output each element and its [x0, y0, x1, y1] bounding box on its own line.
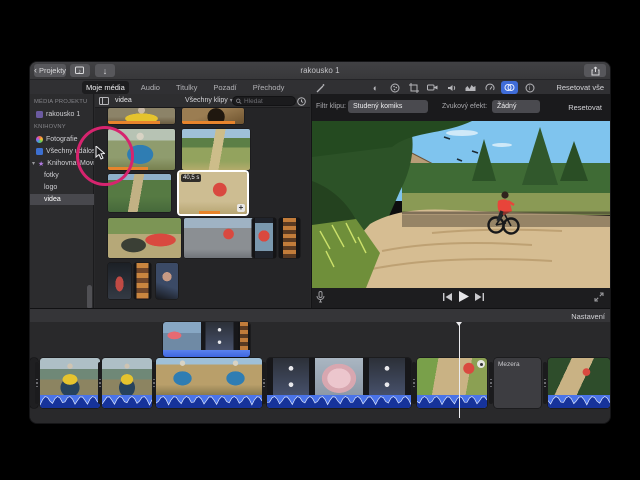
clip-edge-handle: [35, 362, 39, 404]
auto-enhance-wand-icon[interactable]: [313, 81, 328, 94]
reset-button[interactable]: Resetovat: [568, 103, 602, 112]
timeline-clip[interactable]: [548, 358, 610, 408]
reset-all-button[interactable]: Resetovat vše: [556, 83, 604, 92]
selected-clip-thumbnail[interactable]: 40,5 s +: [179, 172, 247, 214]
clip-edge-handle: [262, 362, 266, 404]
clip-thumbnail[interactable]: [108, 218, 181, 258]
play-button[interactable]: [458, 291, 469, 302]
search-input[interactable]: [244, 97, 292, 105]
tab-backgrounds[interactable]: Pozadí: [209, 81, 240, 94]
pane-splitter-handle[interactable]: [87, 285, 92, 309]
imovie-star-icon: ★: [38, 160, 45, 168]
gap-label: Mezera: [498, 361, 520, 368]
clip-thumbnail[interactable]: [279, 218, 300, 258]
clip-filter-value-dropdown[interactable]: Studený komiks: [348, 100, 428, 113]
sidebar-item-videa[interactable]: videa: [30, 194, 94, 205]
clip-filter-icon[interactable]: [501, 81, 518, 94]
fullscreen-icon[interactable]: [594, 292, 604, 302]
share-icon: [591, 66, 599, 75]
letterboxed-screen: ‹ Projekty ♪ ↓ rakousko 1 Moje média Aud…: [0, 0, 640, 480]
sidebar-item-project[interactable]: rakousko 1: [30, 109, 94, 120]
timeline-clip[interactable]: [417, 358, 487, 408]
tab-audio[interactable]: Audio: [137, 81, 164, 94]
project-clapper-icon: [36, 111, 43, 118]
clip-filter-label: Filtr klipu:: [316, 103, 346, 110]
tab-my-media[interactable]: Moje média: [82, 80, 129, 94]
disclosure-triangle-icon[interactable]: ▾: [32, 160, 35, 167]
clip-thumbnail[interactable]: [252, 218, 276, 258]
clips-filter-dropdown[interactable]: Všechny klipy ▾: [185, 97, 233, 104]
voiceover-mic-icon[interactable]: [316, 291, 325, 303]
timeline-settings-button[interactable]: Nastavení: [571, 312, 605, 321]
timeline: Mezera: [30, 322, 610, 423]
tab-transitions[interactable]: Přechody: [249, 81, 289, 94]
clip-thumbnail[interactable]: [134, 263, 151, 299]
timeline-clip[interactable]: [40, 358, 100, 408]
clip-edge-handle: [489, 362, 493, 404]
audio-effect-label: Zvukový efekt:: [442, 103, 488, 110]
speed-icon[interactable]: [482, 81, 497, 94]
add-to-timeline-button[interactable]: +: [237, 204, 245, 212]
clip-edge-handle: [412, 362, 416, 404]
clip-thumbnail[interactable]: [156, 263, 178, 299]
clip-thumbnail[interactable]: [182, 108, 244, 124]
search-icon: [236, 98, 242, 104]
clip-edge-handle: [98, 362, 102, 404]
audio-waveform: [417, 395, 487, 408]
timeline-gap-clip[interactable]: Mezera: [494, 358, 541, 408]
audio-waveform: [267, 395, 411, 408]
crop-icon[interactable]: [406, 81, 421, 94]
timeline-clip[interactable]: [267, 358, 411, 408]
timeline-clip[interactable]: [102, 358, 152, 408]
tab-band: Moje média Audio Titulky Pozadí Přechody…: [30, 79, 610, 94]
timeline-overlay-clip[interactable]: [163, 322, 250, 357]
clip-thumbnail[interactable]: [108, 263, 131, 299]
volume-icon[interactable]: [444, 81, 459, 94]
annotation-circle: [76, 126, 134, 186]
next-frame-button[interactable]: [475, 293, 484, 301]
imovie-window: ‹ Projekty ♪ ↓ rakousko 1 Moje média Aud…: [30, 62, 610, 423]
photos-flower-icon: [36, 136, 43, 143]
clip-thumbnail[interactable]: [108, 108, 175, 124]
audio-waveform: [40, 395, 100, 408]
clip-effect-badge: [477, 360, 485, 368]
project-title: rakousko 1: [300, 66, 340, 75]
sidebar-toggle-icon[interactable]: [99, 97, 109, 105]
clip-duration-icon[interactable]: [297, 97, 306, 106]
clip-edge-handle: [152, 362, 156, 404]
tab-titles[interactable]: Titulky: [172, 81, 201, 94]
mouse-cursor: [95, 146, 105, 160]
noise-reduction-icon[interactable]: [463, 81, 478, 94]
preview-video-frame: [312, 121, 610, 288]
transport-bar: [312, 288, 610, 308]
audio-waveform: [156, 395, 262, 408]
audio-effect-value-dropdown[interactable]: Žádný: [492, 100, 540, 113]
clip-thumbnail[interactable]: [182, 129, 250, 170]
svg-text:i: i: [529, 86, 530, 92]
overlay-audio-strip: [163, 350, 250, 357]
share-button[interactable]: [584, 64, 606, 77]
playhead[interactable]: [456, 322, 462, 418]
collection-title: videa: [115, 97, 132, 104]
clip-info-icon[interactable]: i: [522, 81, 537, 94]
timeline-toolbar: 00:57 / 01:27 Nastavení: [30, 308, 610, 322]
timeline-clip[interactable]: [156, 358, 262, 408]
browser-toolbar: videa Všechny klipy ▾: [95, 94, 310, 108]
section-header-libraries: KNIHOVNY: [34, 124, 66, 130]
events-icon: [36, 148, 43, 155]
stabilization-icon[interactable]: [425, 81, 440, 94]
previous-frame-button[interactable]: [443, 293, 452, 301]
libraries-sidebar: MÉDIA PROJEKTU rakousko 1 KNIHOVNY Fotog…: [30, 94, 94, 309]
window-titlebar: ‹ Projekty ♪ ↓ rakousko 1: [30, 62, 610, 79]
audio-waveform: [102, 395, 152, 408]
color-correction-icon[interactable]: [387, 81, 402, 94]
audio-waveform: [548, 395, 610, 408]
color-balance-icon[interactable]: ◐: [368, 81, 383, 94]
clip-edge-handle: [543, 362, 547, 404]
section-header-project-media: MÉDIA PROJEKTU: [34, 99, 88, 105]
clip-duration-badge: 40,5 s: [181, 174, 202, 182]
search-field[interactable]: [232, 96, 296, 106]
sidebar-item-logo[interactable]: logo: [30, 182, 94, 193]
